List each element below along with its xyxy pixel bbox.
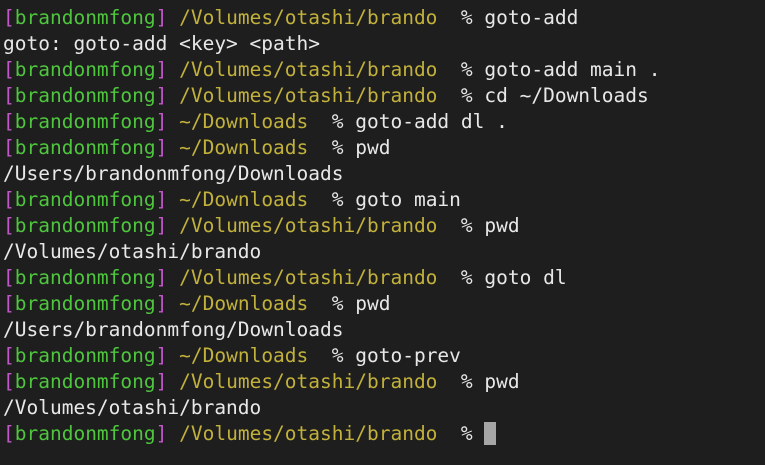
output-text: /Volumes/otashi/brando <box>3 240 262 263</box>
prompt-user: brandonmfong <box>14 188 156 211</box>
prompt-user: brandonmfong <box>14 136 156 159</box>
prompt-bracket-close: ] <box>155 58 168 81</box>
terminal-output: [brandonmfong] /Volumes/otashi/brando % … <box>3 5 765 447</box>
prompt-bracket-close: ] <box>155 370 168 393</box>
prompt-bracket-open: [ <box>3 344 15 367</box>
prompt-path: ~/Downloads <box>179 292 309 315</box>
command-text: cd ~/Downloads <box>484 84 649 107</box>
prompt-path: ~/Downloads <box>179 188 309 211</box>
prompt-line: [brandonmfong] /Volumes/otashi/brando % <box>3 421 765 447</box>
prompt-bracket-close: ] <box>155 422 168 445</box>
output-text: /Users/brandonmfong/Downloads <box>3 162 344 185</box>
prompt-path: /Volumes/otashi/brando <box>179 84 438 107</box>
prompt-bracket-close: ] <box>155 84 168 107</box>
prompt-user: brandonmfong <box>14 370 156 393</box>
prompt-user: brandonmfong <box>14 292 156 315</box>
output-line: /Volumes/otashi/brando <box>3 239 765 265</box>
prompt-bracket-close: ] <box>155 136 168 159</box>
prompt-line: [brandonmfong] /Volumes/otashi/brando % … <box>3 214 520 237</box>
prompt-path: /Volumes/otashi/brando <box>179 58 438 81</box>
prompt-user: brandonmfong <box>14 58 156 81</box>
prompt-user: brandonmfong <box>14 84 156 107</box>
prompt-bracket-open: [ <box>3 422 15 445</box>
prompt-line: [brandonmfong] ~/Downloads % pwd <box>3 136 391 159</box>
prompt-line: [brandonmfong] /Volumes/otashi/brando % … <box>3 370 520 393</box>
prompt-bracket-close: ] <box>155 292 168 315</box>
prompt-path: ~/Downloads <box>179 344 309 367</box>
prompt-line: [brandonmfong] ~/Downloads % goto-prev <box>3 344 461 367</box>
prompt-bracket-open: [ <box>3 370 15 393</box>
command-text: goto-prev <box>355 344 461 367</box>
command-text: goto-add <box>484 6 579 29</box>
command-text: pwd <box>355 136 391 159</box>
command-text: pwd <box>484 214 520 237</box>
prompt-user: brandonmfong <box>14 266 156 289</box>
prompt-bracket-close: ] <box>155 6 168 29</box>
prompt-path: /Volumes/otashi/brando <box>179 422 438 445</box>
prompt-path: /Volumes/otashi/brando <box>179 6 438 29</box>
prompt-bracket-close: ] <box>155 266 168 289</box>
prompt-line: [brandonmfong] ~/Downloads % goto-add dl… <box>3 110 508 133</box>
prompt-user: brandonmfong <box>14 422 156 445</box>
prompt-bracket-close: ] <box>155 344 168 367</box>
prompt-user: brandonmfong <box>14 344 156 367</box>
prompt-bracket-open: [ <box>3 214 15 237</box>
prompt-bracket-open: [ <box>3 136 15 159</box>
prompt-bracket-open: [ <box>3 266 15 289</box>
prompt-bracket-close: ] <box>155 188 168 211</box>
output-text: /Users/brandonmfong/Downloads <box>3 318 344 341</box>
prompt-line: [brandonmfong] ~/Downloads % pwd <box>3 292 391 315</box>
prompt-line: [brandonmfong] /Volumes/otashi/brando % … <box>3 58 661 81</box>
prompt-bracket-close: ] <box>155 110 168 133</box>
command-text: goto main <box>355 188 461 211</box>
command-text: goto dl <box>484 266 567 289</box>
prompt-bracket-open: [ <box>3 58 15 81</box>
prompt-line: [brandonmfong] /Volumes/otashi/brando % … <box>3 84 649 107</box>
command-text: goto-add dl . <box>355 110 508 133</box>
output-line: goto: goto-add <key> <path> <box>3 31 765 57</box>
prompt-path: /Volumes/otashi/brando <box>179 214 438 237</box>
prompt-line: [brandonmfong] /Volumes/otashi/brando % … <box>3 266 567 289</box>
prompt-user: brandonmfong <box>14 214 156 237</box>
output-text: /Volumes/otashi/brando <box>3 396 262 419</box>
prompt-bracket-open: [ <box>3 292 15 315</box>
prompt-user: brandonmfong <box>14 6 156 29</box>
prompt-line: [brandonmfong] /Volumes/otashi/brando % … <box>3 6 579 29</box>
prompt-bracket-close: ] <box>155 214 168 237</box>
output-text: goto: goto-add <key> <path> <box>3 32 320 55</box>
prompt-user: brandonmfong <box>14 110 156 133</box>
output-line: /Volumes/otashi/brando <box>3 395 765 421</box>
prompt-path: ~/Downloads <box>179 110 309 133</box>
prompt-bracket-open: [ <box>3 84 15 107</box>
prompt-path: ~/Downloads <box>179 136 309 159</box>
prompt-line: [brandonmfong] ~/Downloads % goto main <box>3 188 461 211</box>
terminal-window[interactable]: [brandonmfong] /Volumes/otashi/brando % … <box>0 0 765 465</box>
command-text: goto-add main . <box>484 58 661 81</box>
prompt-path: /Volumes/otashi/brando <box>179 370 438 393</box>
command-text: pwd <box>484 370 520 393</box>
prompt-path: /Volumes/otashi/brando <box>179 266 438 289</box>
prompt-bracket-open: [ <box>3 6 15 29</box>
prompt-bracket-open: [ <box>3 188 15 211</box>
output-line: /Users/brandonmfong/Downloads <box>3 317 765 343</box>
prompt-bracket-open: [ <box>3 110 15 133</box>
output-line: /Users/brandonmfong/Downloads <box>3 161 765 187</box>
text-cursor[interactable] <box>484 422 497 445</box>
command-text: pwd <box>355 292 391 315</box>
